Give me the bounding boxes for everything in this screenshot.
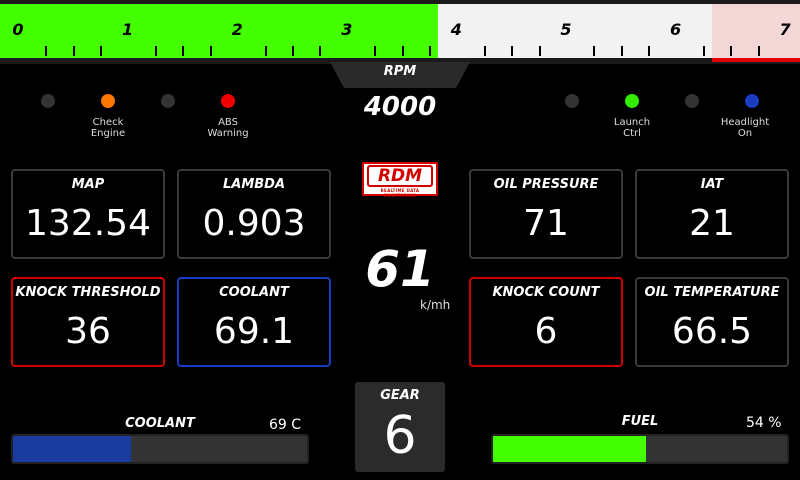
fuel-bar-fill: [493, 436, 646, 462]
indicator-light-abs-warning: [221, 94, 235, 108]
rpm-tick-label: 1: [122, 20, 134, 39]
rpm-tick-mark: [264, 46, 267, 56]
iat-title: IAT: [700, 177, 724, 192]
rdm-logo: RDM REALTIME DATA MONITORING: [362, 162, 438, 198]
indicator-light-left-1: [41, 94, 55, 108]
coolant-bar-fill: [13, 436, 131, 462]
lambda-box: LAMBDA 0.903: [177, 169, 331, 259]
knock-count-box: KNOCK COUNT 6: [469, 277, 623, 367]
knock-threshold-value: 36: [65, 311, 111, 352]
rpm-tick-mark: [319, 46, 322, 56]
indicator-light-headlight-on: [745, 94, 759, 108]
rpm-tick-mark: [72, 46, 75, 56]
iat-value: 21: [689, 203, 735, 244]
coolant-title: COOLANT: [219, 285, 289, 300]
rpm-tick-mark: [45, 46, 48, 56]
rpm-tick-label: 6: [669, 20, 682, 39]
indicator-label-headlight-on: Headlight On: [720, 117, 770, 139]
coolant-bar-title: COOLANT: [125, 416, 195, 431]
knock-threshold-box: KNOCK THRESHOLD 36: [11, 277, 165, 367]
rpm-tick-mark: [730, 46, 733, 56]
oil-temperature-box: OIL TEMPERATURE 66.5: [635, 277, 789, 367]
knock-count-title: KNOCK COUNT: [492, 285, 600, 300]
rpm-label: RPM: [383, 64, 417, 79]
fuel-bar-track: [491, 434, 789, 464]
lambda-title: LAMBDA: [222, 177, 286, 192]
coolant-value: 69.1: [213, 311, 295, 352]
indicator-light-right-1: [565, 94, 579, 108]
rpm-tick-mark: [702, 46, 705, 56]
fuel-bar-reading: 54 %: [746, 415, 782, 431]
gear-label: GEAR: [380, 388, 420, 403]
map-value: 132.54: [25, 203, 151, 244]
indicator-label-abs-warning: ABS Warning: [207, 117, 249, 139]
rdm-logo-text: RDM: [367, 165, 433, 187]
gear-value: 6: [383, 406, 417, 466]
rdm-logo-subtitle: REALTIME DATA MONITORING: [380, 188, 420, 198]
indicator-light-check-engine: [101, 94, 115, 108]
rpm-tick-mark: [593, 46, 596, 56]
rpm-tick-mark: [291, 46, 294, 56]
map-title: MAP: [71, 177, 105, 192]
knock-threshold-title: KNOCK THRESHOLD: [15, 285, 161, 300]
rpm-value: 4000: [363, 92, 437, 122]
rpm-tick-label: 5: [560, 20, 572, 39]
coolant-bar-reading: 69 C: [269, 417, 302, 433]
indicator-light-right-3: [685, 94, 699, 108]
oil-temperature-value: 66.5: [671, 311, 753, 352]
oil-pressure-title: OIL PRESSURE: [493, 177, 599, 192]
indicator-light-launch-ctrl: [625, 94, 639, 108]
oil-pressure-box: OIL PRESSURE 71: [469, 169, 623, 259]
rpm-tick-mark: [757, 46, 760, 56]
speed-value: 61: [365, 240, 435, 298]
fuel-bar-title: FUEL: [621, 414, 659, 429]
rpm-redline-marker: [712, 58, 800, 62]
indicator-label-check-engine: Check Engine: [90, 117, 126, 139]
coolant-box: COOLANT 69.1: [177, 277, 331, 367]
gear-box: GEAR 6: [355, 382, 445, 472]
indicator-label-launch-ctrl: Launch Ctrl: [613, 117, 651, 139]
rpm-tick-label: 0: [12, 20, 24, 39]
lambda-value: 0.903: [202, 203, 306, 244]
rpm-tick-mark: [100, 46, 103, 56]
rpm-tick-mark: [374, 46, 377, 56]
oil-temperature-title: OIL TEMPERATURE: [644, 285, 780, 300]
rpm-tick-label: 7: [779, 20, 791, 39]
rpm-tick-mark: [648, 46, 651, 56]
map-box: MAP 132.54: [11, 169, 165, 259]
rpm-tick-mark: [154, 46, 157, 56]
rpm-tick-label: 2: [231, 20, 243, 39]
rpm-tick-label: 3: [341, 20, 353, 39]
knock-count-value: 6: [534, 311, 558, 352]
rpm-fill: [0, 4, 439, 58]
coolant-bar-track: [11, 434, 309, 464]
rpm-tick-mark: [209, 46, 212, 56]
rpm-tick-mark: [428, 46, 431, 56]
indicator-light-left-3: [161, 94, 175, 108]
speed-unit: k/mh: [420, 298, 451, 312]
iat-box: IAT 21: [635, 169, 789, 259]
rpm-tick-mark: [511, 46, 514, 56]
rpm-bar: 0 1 2 3 4 5 6 7: [0, 0, 800, 64]
rpm-tick-mark: [538, 46, 541, 56]
rpm-tick-mark: [483, 46, 486, 56]
rpm-tick-mark: [620, 46, 623, 56]
oil-pressure-value: 71: [523, 203, 569, 244]
rpm-tick-mark: [401, 46, 404, 56]
rpm-track: 0 1 2 3 4 5 6 7: [0, 4, 800, 58]
rpm-tick-mark: [182, 46, 185, 56]
rpm-tick-label: 4: [450, 20, 462, 39]
